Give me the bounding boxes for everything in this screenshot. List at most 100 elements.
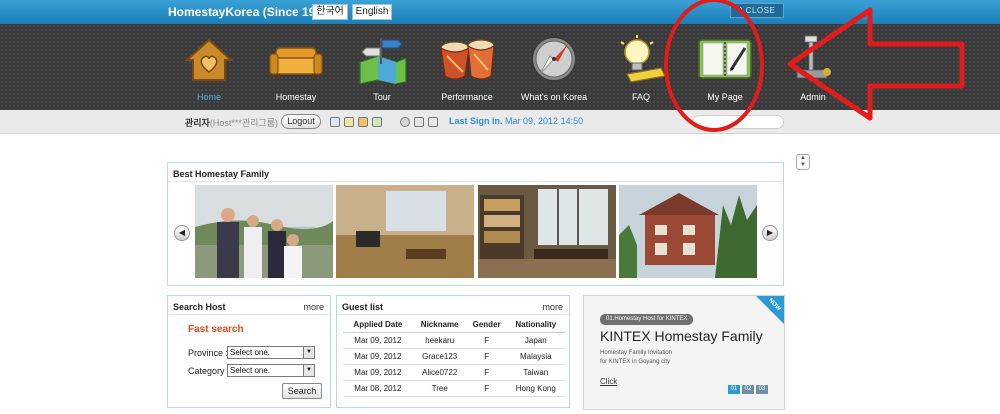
nav-whats-on-korea[interactable]: What's on Korea [516, 24, 592, 110]
page: { "topbar": { "brand": "HomestayKorea (S… [0, 0, 1000, 414]
drums-icon [440, 39, 495, 80]
chevron-down-icon: ▼ [303, 365, 314, 376]
search-host-panel: Search Host more Fast search Province : … [167, 295, 331, 408]
nav-performance[interactable]: Performance [432, 24, 502, 110]
table-row[interactable]: Mar 08, 2012 Tree F Hong Kong [343, 380, 565, 397]
gender-cell: F [466, 380, 507, 397]
note-icon[interactable] [344, 117, 354, 127]
nav-label-admin: Admin [800, 92, 826, 102]
column-header: Nationality [506, 318, 565, 333]
promo-desc-line2: for KINTEX in Goyang city [600, 359, 671, 365]
window-icon[interactable] [414, 117, 424, 127]
gender-cell: F [466, 348, 507, 365]
nationality-cell: Malaysia [506, 348, 565, 365]
next-arrow-button[interactable]: ▶ [762, 225, 778, 241]
applied-date-cell: Mar 08, 2012 [343, 380, 413, 397]
promo-page-2[interactable]: 02 [742, 385, 754, 394]
nav-label-homestay: Homestay [275, 92, 317, 102]
family-photo-1[interactable] [195, 185, 333, 278]
english-language-button[interactable]: English [352, 4, 392, 20]
user-info: 관리자(Host***관리그룹) [185, 116, 278, 129]
nationality-cell: Japan [506, 332, 565, 349]
last-sign-value: Mar 09, 2012 14:50 [505, 116, 584, 126]
login-bar: 관리자(Host***관리그룹) Logout Last Sign in. Ma… [0, 110, 1000, 134]
map-signpost-icon [359, 38, 407, 84]
nav-faq[interactable]: FAQ [606, 24, 676, 110]
applied-date-cell: Mar 09, 2012 [343, 332, 413, 349]
user-group: (Host***관리그룹) [209, 118, 278, 128]
category-select-value: Select one. [230, 366, 271, 375]
column-header: Applied Date [343, 318, 413, 333]
promo-click-link[interactable]: Click [600, 377, 617, 386]
applied-date-cell: Mar 09, 2012 [343, 364, 413, 381]
gender-cell: F [466, 332, 507, 349]
table-row[interactable]: Mar 09, 2012 heekaru F Japan [343, 332, 565, 349]
guest-list-title: Guest list [342, 302, 384, 312]
column-header: Nickname [412, 318, 467, 333]
mail-icon[interactable] [358, 117, 368, 127]
nav-homestay[interactable]: Homestay [261, 24, 331, 110]
nationality-cell: Taiwan [506, 364, 565, 381]
table-header-row: Applied Date Nickname Gender Nationality [343, 318, 565, 333]
main-nav: Home Homestay Tour Performance What's on… [0, 24, 1000, 110]
top-bar: HomestayKorea (Since 1998) 한국어 English ^… [0, 0, 1000, 24]
nickname-cell: Tree [412, 380, 467, 397]
table-row[interactable]: Mar 09, 2012 Alice0722 F Taiwan [343, 364, 565, 381]
promo-page-3[interactable]: 03 [756, 385, 768, 394]
quick-search-input[interactable] [692, 115, 784, 129]
search-button[interactable]: Search [282, 383, 322, 399]
export-icon[interactable] [428, 117, 438, 127]
guest-table: Applied Date Nickname Gender Nationality… [343, 318, 565, 397]
last-sign-label: Last Sign in. [449, 116, 503, 126]
table-row[interactable]: Mar 09, 2012 Grace123 F Malaysia [343, 348, 565, 365]
nav-label-my-page: My Page [707, 92, 743, 102]
close-button[interactable]: ^ CLOSE [730, 3, 784, 18]
promo-tag: 01.Homestay Host for KINTEX [600, 314, 694, 325]
nav-tour[interactable]: Tour [347, 24, 417, 110]
nav-admin[interactable]: Admin [778, 24, 848, 110]
nickname-cell: Grace123 [412, 348, 467, 365]
applied-date-cell: Mar 09, 2012 [343, 348, 413, 365]
province-select[interactable]: Select one. ▼ [227, 346, 315, 359]
home-heart-icon [184, 38, 234, 81]
promo-page-1[interactable]: 01 [728, 385, 740, 394]
lightbulb-icon [620, 35, 666, 83]
category-label: Category : [188, 366, 230, 376]
nationality-cell: Hong Kong [506, 380, 565, 397]
province-label: Province : [188, 348, 229, 358]
korean-language-button[interactable]: 한국어 [312, 4, 348, 20]
nav-label-home: Home [196, 92, 221, 102]
user-name: 관리자 [185, 118, 210, 128]
family-photo-4[interactable] [619, 185, 757, 278]
family-photo-2[interactable] [336, 185, 474, 278]
nav-my-page[interactable]: My Page [690, 24, 760, 110]
province-select-value: Select one. [230, 348, 271, 357]
nav-home[interactable]: Home [174, 24, 244, 110]
nickname-cell: heekaru [412, 332, 467, 349]
settings-icon[interactable] [400, 117, 410, 127]
prev-arrow-button[interactable]: ◀ [174, 225, 190, 241]
nav-label-performance: Performance [441, 92, 493, 102]
logout-button[interactable]: Logout [281, 114, 321, 129]
column-header: Gender [466, 318, 507, 333]
brand-title: HomestayKorea (Since 1998) [168, 5, 333, 19]
nav-label-tour: Tour [373, 92, 391, 102]
best-homestay-title: Best Homestay Family [173, 169, 270, 179]
message-icon[interactable] [330, 117, 340, 127]
category-select[interactable]: Select one. ▼ [227, 364, 315, 377]
search-host-more-link[interactable]: more [303, 302, 324, 312]
scroll-toggle-button[interactable]: ▲ ▼ [796, 154, 810, 170]
calendar-icon[interactable] [372, 117, 382, 127]
compass-icon [531, 36, 577, 82]
nickname-cell: Alice0722 [412, 364, 467, 381]
tools-icon [796, 35, 831, 79]
guest-list-more-link[interactable]: more [542, 302, 563, 312]
promo-title: KINTEX Homestay Family [600, 328, 763, 344]
search-host-title: Search Host [173, 302, 226, 312]
guest-list-panel: Guest list more Applied Date Nickname Ge… [336, 295, 570, 408]
last-sign-in: Last Sign in. Mar 09, 2012 14:50 [449, 116, 583, 126]
family-photo-3[interactable] [478, 185, 616, 278]
kintex-promo-banner[interactable]: NOW 01.Homestay Host for KINTEX KINTEX H… [583, 295, 785, 410]
gender-cell: F [466, 364, 507, 381]
sofa-icon [269, 47, 323, 79]
